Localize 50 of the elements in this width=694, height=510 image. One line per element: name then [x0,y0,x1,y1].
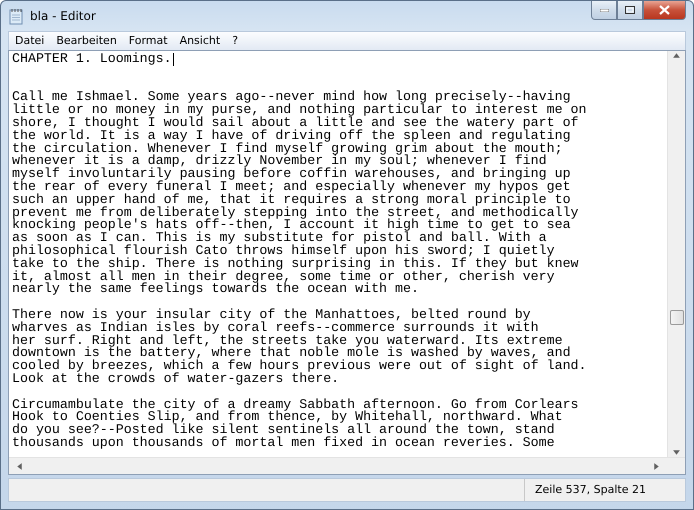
text-line: knocking people's hats off--then, I account it high time to get to sea [12,219,571,232]
text-line: little or no money in my purse, and nothing particular to interest me on [12,104,587,117]
text-line: nearly the same feelings towards the ocean with me. [12,283,419,296]
text-line: Look at the crowds of water-gazers there. [12,372,340,386]
text-line: Call me Ishmael. Some years ago--never mind how long precisely--having [12,91,571,104]
text-line: the circulation. Whenever I find myself growing grim about the mouth; [12,142,563,156]
text-line: philosophical flourish Cato throws himself upon his sword; I quietly [12,244,555,258]
text-line: the rear of every funeral I meet; and especially whenever my hypos get [12,180,571,194]
window-title: bla - Editor [30,9,96,23]
minimize-icon [600,8,608,12]
text-line: prevent me from deliberately stepping into the street, and methodically [12,206,579,220]
scroll-down-arrow-icon[interactable] [672,448,681,457]
maximize-icon [625,6,635,14]
text-line: cooled by breezes, which a few hours previous were out of sight of land. [12,360,587,373]
menu-item[interactable]: Bearbeiten [50,32,123,50]
scroll-left-arrow-icon[interactable] [15,462,24,470]
close-icon [659,5,670,15]
menu-item[interactable]: Format [122,32,174,50]
minimize-button[interactable] [591,1,617,20]
text-line: shore, I thought I would sail about a little and see the watery part of [12,116,579,130]
scroll-right-arrow-icon[interactable] [652,462,661,470]
vertical-scrollbar[interactable] [667,51,685,457]
text-line: such an upper hand of me, that it requires a strong moral principle to [12,194,571,207]
text-line: downtown is the battery, where that noble mole is washed by waves, and [12,347,571,360]
horizontal-scrollbar[interactable] [9,457,685,474]
text-line: her surf. Right and left, the streets take you waterward. Its extreme [12,334,563,348]
cursor-position: Zeile 537, Spalte 21 [524,479,685,501]
text-caret [172,52,174,66]
text-line: There now is your insular city of the Manhattoes, belted round by [12,308,531,322]
text-line: Circumambulate the city of a dreamy Sabbath afternoon. Go from Corlears [12,398,579,412]
menu-item[interactable]: Ansicht [174,32,226,50]
text-line: thousands upon thousands of mortal men fixed in ocean reveries. Some [12,436,555,450]
text-line: CHAPTER 1. Loomings. [12,53,172,66]
text-line: wharves as Indian isles by coral reefs--commerce surrounds it with [12,322,539,335]
menu-item[interactable]: ? [226,32,244,50]
scroll-up-arrow-icon[interactable] [672,51,681,60]
text-line: take to the ship. There is nothing surprising in this. If they but knew [12,258,579,271]
menu-item[interactable]: Datei [9,32,50,50]
scroll-thumb[interactable] [670,310,684,325]
notepad-icon [8,8,24,24]
close-button[interactable] [643,1,686,20]
text-line: the world. It is a way I have of driving off the spleen and regulating [12,130,571,143]
text-line: it, almost all men in their degree, some time or other, cherish very [12,270,555,284]
text-line: whenever it is a damp, drizzly November in my soul; whenever I find [12,155,547,168]
text-line: do you see?--Posted like silent sentinels all around the town, stand [12,424,555,437]
maximize-button[interactable] [617,1,643,20]
text-area[interactable] [8,50,686,475]
text-line: as soon as I can. This is my substitute for pistol and ball. With a [12,232,547,245]
text-line: Hook to Coenties Slip, and from thence, by Whitehall, northward. What [12,411,563,424]
text-line: myself involuntarily pausing before coffin warehouses, and bringing up [12,168,571,181]
